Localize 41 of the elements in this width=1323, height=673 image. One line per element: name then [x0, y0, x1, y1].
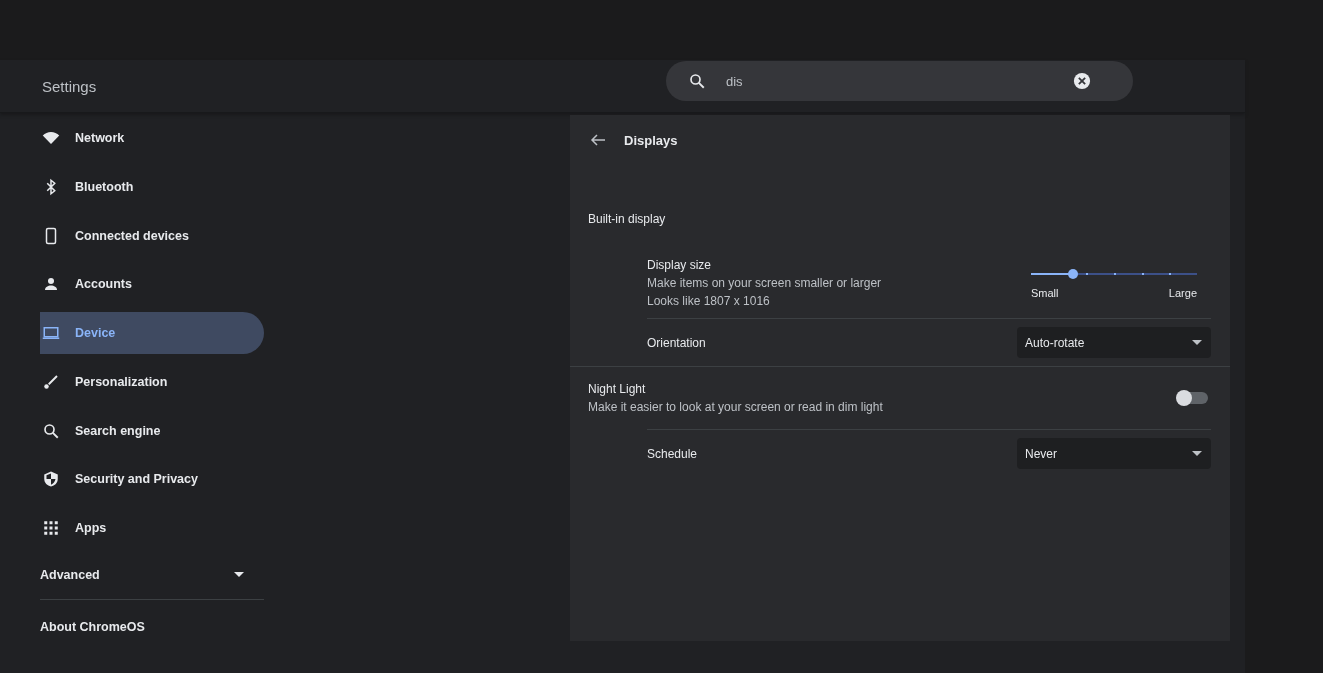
- shield-icon: [42, 470, 60, 489]
- section-title: Built-in display: [587, 211, 667, 228]
- setting-title: Schedule: [647, 446, 698, 461]
- slider-track[interactable]: [1031, 267, 1197, 280]
- dropdown[interactable]: Never: [1017, 438, 1211, 469]
- app-title: Settings: [41, 77, 98, 95]
- setting-title: Night Light: [588, 382, 647, 396]
- clear-icon: [1073, 72, 1091, 90]
- search-icon: [688, 72, 706, 90]
- sidebar-item[interactable]: Accounts: [40, 263, 264, 306]
- sidebar-item[interactable]: Security and Privacy: [40, 458, 264, 501]
- sidebar-item[interactable]: Apps: [40, 507, 264, 549]
- toggle-switch[interactable]: [1178, 392, 1208, 404]
- slider-min-label: Small: [1031, 286, 1059, 299]
- sidebar-item[interactable]: Connected devices: [40, 214, 264, 257]
- grid-icon: [42, 519, 60, 537]
- brush-icon: [42, 372, 60, 391]
- setting-description: Looks like 1807 x 1016: [647, 294, 771, 308]
- about-link[interactable]: About ChromeOS: [40, 599, 264, 634]
- laptop-icon: [42, 324, 60, 342]
- advanced-toggle[interactable]: Advanced: [40, 555, 264, 594]
- setting-description: Make items on your screen smaller or larger: [647, 276, 882, 290]
- caret-icon: [1192, 340, 1202, 345]
- sidebar-item[interactable]: Network: [40, 117, 264, 159]
- search-text: dis: [726, 73, 744, 89]
- slider-max-label: Large: [1168, 286, 1197, 299]
- page-title: Displays: [624, 132, 678, 148]
- slider-thumb[interactable]: [1067, 268, 1078, 279]
- sidebar-item[interactable]: Device: [40, 312, 264, 354]
- sidebar-item[interactable]: Search engine: [40, 409, 264, 452]
- caret-icon: [1192, 451, 1202, 456]
- sidebar-item[interactable]: Bluetooth: [40, 165, 264, 208]
- setting-title: Display size: [647, 258, 713, 272]
- dropdown[interactable]: Auto-rotate: [1017, 327, 1211, 358]
- setting-title: Orientation: [647, 335, 706, 350]
- search-field[interactable]: dis: [666, 61, 1133, 101]
- caret-icon: [234, 572, 244, 578]
- sidebar-item[interactable]: Personalization: [40, 360, 264, 403]
- setting-description: Make it easier to look at your screen or read in dim light: [588, 400, 883, 414]
- search-icon: [42, 421, 60, 440]
- back-icon: [590, 132, 606, 148]
